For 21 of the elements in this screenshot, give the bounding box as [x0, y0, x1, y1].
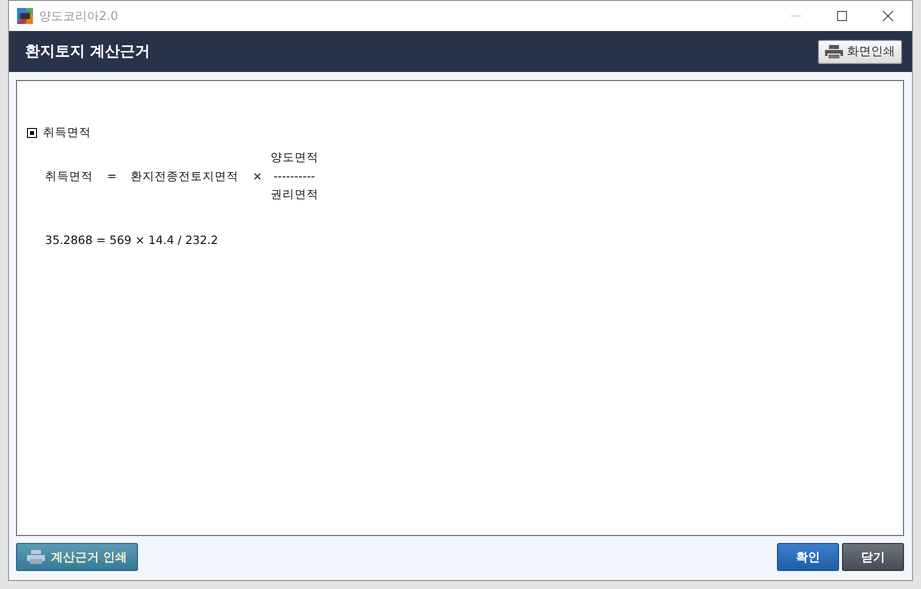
times-sign: × — [252, 169, 262, 183]
square-bullet-icon — [27, 128, 37, 138]
dash-text: ---------- — [274, 169, 316, 183]
close-icon[interactable] — [882, 10, 894, 22]
close-button[interactable]: 닫기 — [842, 543, 904, 571]
dialog-heading: 환지토지 계산근거 — [25, 42, 150, 61]
window-title: 양도코리아2.0 — [39, 8, 118, 24]
maximize-icon[interactable] — [836, 10, 848, 22]
print-basis-button[interactable]: 계산근거 인쇄 — [16, 543, 138, 571]
app-logo-icon — [17, 8, 33, 24]
calculation-text: 35.2868 = 569 × 14.4 / 232.2 — [45, 233, 220, 247]
screen-print-button[interactable]: 화면인쇄 — [818, 40, 902, 64]
numerator: 양도면적 — [270, 150, 318, 165]
equals-sign: = — [107, 169, 117, 183]
section-title: 취득면적 — [43, 125, 91, 140]
formula-text: 취득면적 — [45, 168, 93, 184]
confirm-button[interactable]: 확인 — [777, 543, 839, 571]
printer-icon — [825, 44, 843, 58]
denominator: 권리면적 — [270, 187, 318, 202]
formula-text: 환지전종전토지면적 — [130, 168, 239, 184]
printer-icon — [27, 550, 45, 564]
